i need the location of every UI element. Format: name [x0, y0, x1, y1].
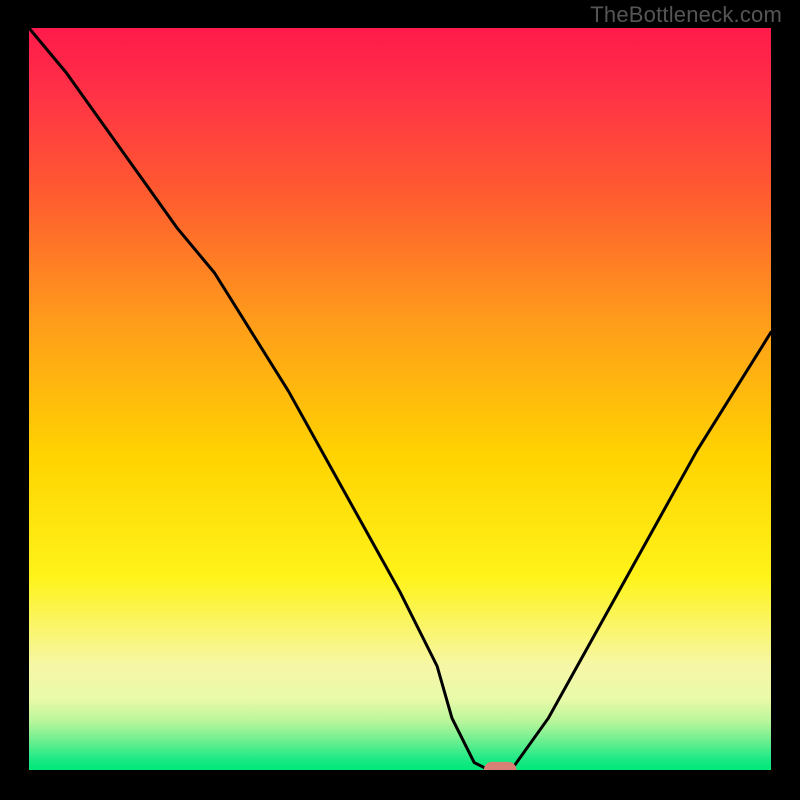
chart-background — [29, 28, 771, 770]
chart-container: TheBottleneck.com — [0, 0, 800, 800]
optimal-marker — [484, 762, 517, 770]
watermark-text: TheBottleneck.com — [590, 2, 782, 28]
bottleneck-chart — [29, 28, 771, 770]
